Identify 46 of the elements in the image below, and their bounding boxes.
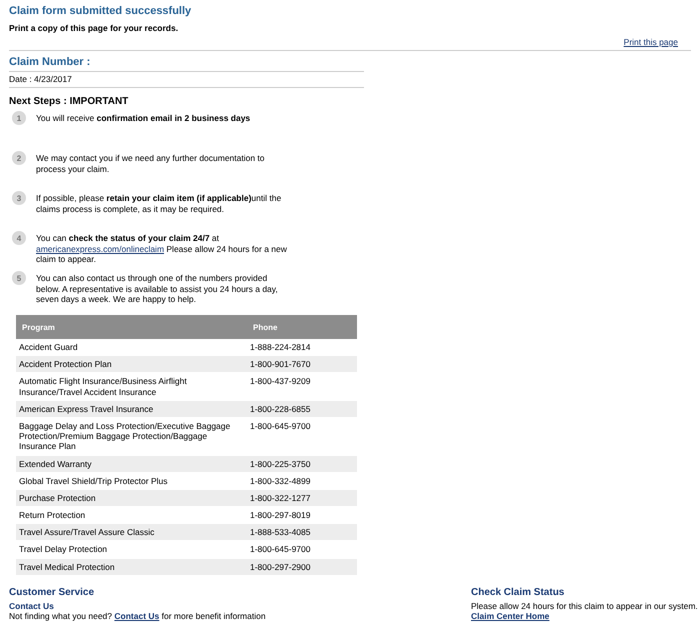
step-number: 1 [12, 111, 26, 125]
footer-subheading: Contact Us [9, 600, 54, 611]
table-cell: Automatic Flight Insurance/Business Airflight Insurance/Travel Accident Insurance [16, 372, 247, 400]
page-title: Claim form submitted successfully [9, 5, 192, 17]
table-cell: 1-800-225-3750 [247, 455, 357, 472]
table-cell: Global Travel Shield/Trip Protector Plus [16, 472, 247, 490]
claim-date: Date : 4/23/2017 [9, 74, 72, 84]
step-number: 2 [12, 151, 26, 165]
footer-text: Please allow 24 hours for this claim to appear in our system. [471, 600, 698, 611]
step-number: 4 [12, 231, 26, 245]
table-cell: 1-800-297-2900 [247, 558, 357, 576]
step-text: We may contact you if we need any further documentation to process your claim. [36, 153, 266, 174]
step-number: 5 [12, 271, 26, 285]
table-cell: Purchase Protection [16, 489, 247, 507]
footer-heading: Customer Service [9, 586, 94, 598]
section-heading: Next Steps : IMPORTANT [9, 96, 128, 107]
table-cell: 1-800-437-9209 [247, 372, 357, 400]
table-cell: 1-800-645-9700 [247, 540, 357, 558]
table-cell: Extended Warranty [16, 455, 247, 472]
table-cell: 1-800-228-6855 [247, 400, 357, 418]
table-cell: Travel Delay Protection [16, 540, 247, 558]
contact-link[interactable]: Contact Us [114, 610, 160, 621]
table-cell: Travel Assure/Travel Assure Classic [16, 524, 247, 541]
table-cell: 1-800-322-1277 [247, 489, 357, 507]
step-text: If possible, please retain your claim item (if applicable)until the claims process is complete, as it may be required. [36, 193, 282, 214]
table-cell: Baggage Delay and Loss Protection/Executive Baggage Protection/Premium Baggage Protection/Baggage Insurance Plan [16, 417, 247, 455]
claim-center-link[interactable]: Claim Center Home [471, 610, 550, 621]
column-header: Phone [247, 315, 357, 339]
table-cell: American Express Travel Insurance [16, 400, 247, 418]
table-cell: 1-888-533-4085 [247, 524, 357, 541]
claim-link[interactable]: americanexpress.com/onlineclaim [36, 244, 164, 254]
footer-heading: Check Claim Status [471, 586, 564, 598]
table-cell: Travel Medical Protection [16, 558, 247, 576]
table-cell: 1-800-645-9700 [247, 417, 357, 455]
step-text: You can check the status of your claim 24/7 at americanexpress.com/onlineclaim Please allow 24 hours for a new claim to appear. [36, 233, 288, 265]
footer-text: Not finding what you need? Contact Us for more benefit information [9, 610, 266, 621]
step-number: 3 [12, 191, 26, 205]
table-cell: 1-800-901-7670 [247, 356, 357, 373]
claim-number-label: Claim Number : [9, 56, 90, 68]
table-cell: Accident Protection Plan [16, 356, 247, 373]
print-link[interactable]: Print this page [624, 37, 678, 47]
print-instruction: Print a copy of this page for your records. [9, 23, 178, 33]
column-header: Program [16, 315, 247, 339]
table-cell: 1-800-332-4899 [247, 472, 357, 490]
step-text: You can also contact us through one of the numbers provided below. A representative is available to assist you 24 hours a day, seven days a week. We are happy to help. [36, 273, 279, 305]
step-text: You will receive confirmation email in 2 business days [36, 113, 252, 124]
